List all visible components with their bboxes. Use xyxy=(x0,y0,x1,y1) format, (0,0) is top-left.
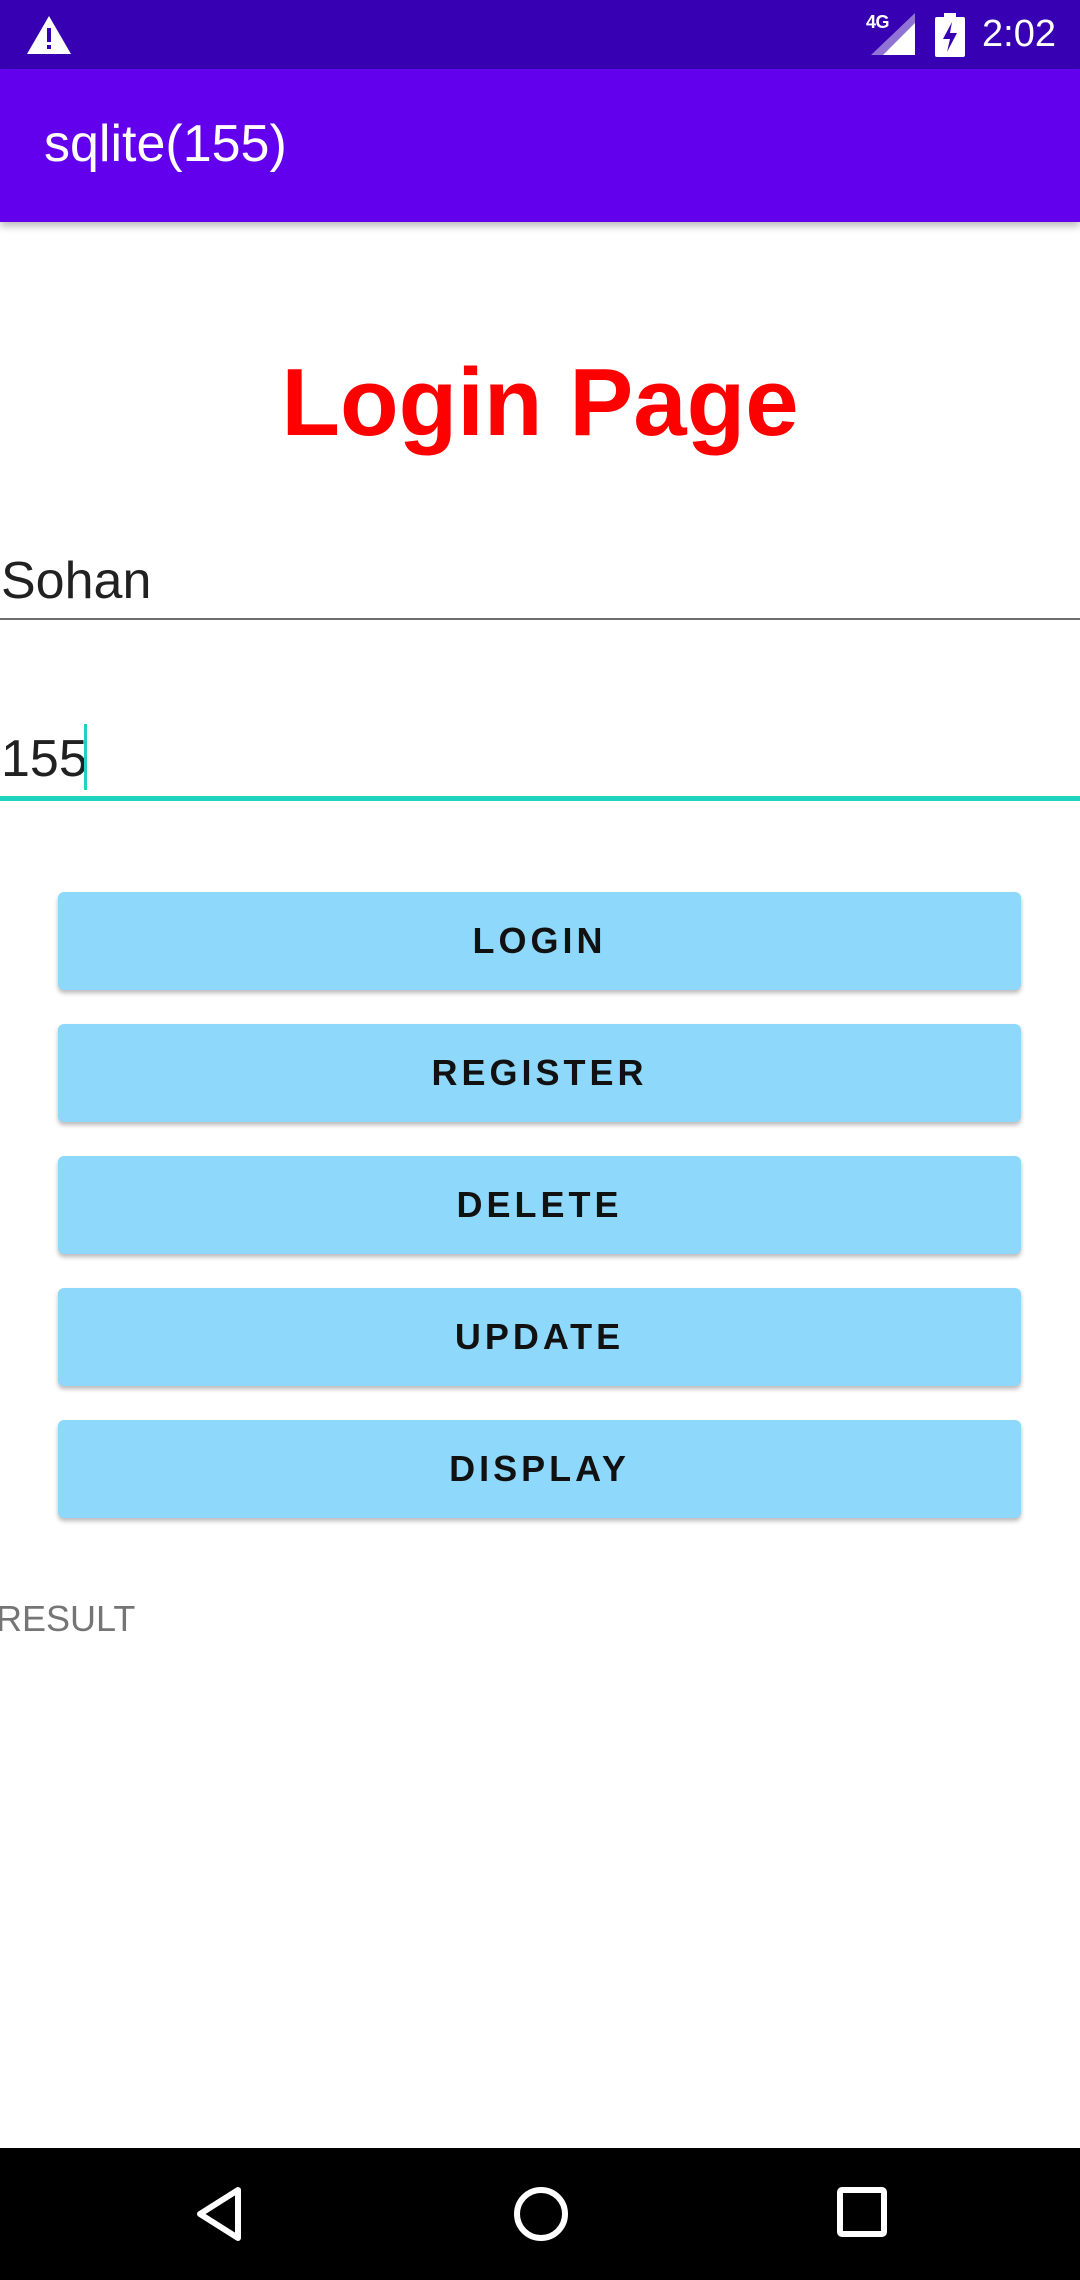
login-button[interactable]: LOGIN xyxy=(58,892,1021,990)
back-icon[interactable] xyxy=(190,2184,250,2244)
signal-icon xyxy=(871,13,915,55)
password-field[interactable] xyxy=(0,724,1080,802)
display-button[interactable]: DISPLAY xyxy=(58,1420,1021,1518)
app-title: sqlite(155) xyxy=(44,115,287,173)
register-button[interactable]: REGISTER xyxy=(58,1024,1021,1122)
login-heading: Login Page xyxy=(281,349,799,456)
battery-charging-icon xyxy=(935,13,965,57)
warning-icon xyxy=(27,16,71,54)
recents-icon[interactable] xyxy=(834,2184,890,2240)
username-field[interactable] xyxy=(0,546,1080,622)
password-input[interactable] xyxy=(0,724,1078,794)
navigation-bar xyxy=(0,2148,1080,2280)
update-button[interactable]: UPDATE xyxy=(58,1288,1021,1386)
home-icon[interactable] xyxy=(510,2183,572,2245)
text-cursor xyxy=(84,724,87,790)
delete-button[interactable]: DELETE xyxy=(58,1156,1021,1254)
status-bar: 4G 2:02 xyxy=(0,0,1080,69)
username-input[interactable] xyxy=(0,546,1078,616)
status-clock: 2:02 xyxy=(982,13,1056,55)
result-text: RESULT xyxy=(0,1598,136,1639)
app-bar: sqlite(155) xyxy=(0,69,1080,222)
username-underline xyxy=(0,618,1080,620)
password-underline-focused xyxy=(0,796,1080,801)
